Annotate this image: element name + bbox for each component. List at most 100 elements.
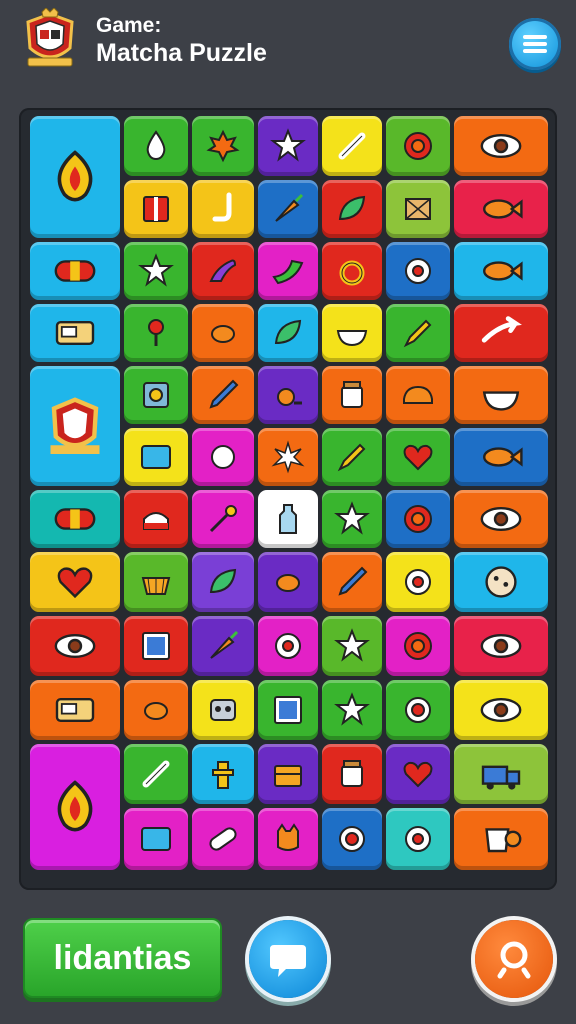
- puzzle-tile[interactable]: [386, 116, 450, 176]
- puzzle-tile[interactable]: [124, 116, 188, 176]
- puzzle-tile[interactable]: [192, 366, 254, 424]
- totem-icon: [212, 761, 234, 789]
- puzzle-tile[interactable]: [30, 242, 120, 300]
- puzzle-tile[interactable]: [124, 304, 188, 362]
- gear-flower-icon: [404, 632, 432, 660]
- puzzle-tile[interactable]: [30, 366, 120, 486]
- puzzle-tile[interactable]: [258, 304, 318, 362]
- puzzle-tile[interactable]: [192, 242, 254, 300]
- puzzle-tile[interactable]: [386, 490, 450, 548]
- puzzle-tile[interactable]: [258, 116, 318, 176]
- puzzle-tile[interactable]: [454, 242, 548, 300]
- puzzle-tile[interactable]: [124, 180, 188, 238]
- puzzle-tile[interactable]: [124, 490, 188, 548]
- puzzle-tile[interactable]: [258, 428, 318, 486]
- puzzle-tile[interactable]: [30, 680, 120, 740]
- game-crest-logo: [26, 8, 74, 67]
- puzzle-tile[interactable]: [386, 304, 450, 362]
- crest-icon: [50, 397, 100, 454]
- puzzle-tile[interactable]: [386, 180, 450, 238]
- puzzle-tile[interactable]: [192, 428, 254, 486]
- puzzle-tile[interactable]: [386, 808, 450, 870]
- puzzle-tile[interactable]: [386, 366, 450, 424]
- title-block: Game: Matcha Puzzle: [96, 14, 267, 68]
- puzzle-tile[interactable]: [30, 616, 120, 676]
- puzzle-tile[interactable]: [124, 680, 188, 740]
- puzzle-tile[interactable]: [386, 242, 450, 300]
- puzzle-tile[interactable]: [124, 366, 188, 424]
- puzzle-tile[interactable]: [454, 180, 548, 238]
- puzzle-tile[interactable]: [258, 242, 318, 300]
- puzzle-tile[interactable]: [258, 180, 318, 238]
- puzzle-tile[interactable]: [30, 304, 120, 362]
- header: Game: Matcha Puzzle: [0, 0, 576, 96]
- puzzle-tile[interactable]: [192, 180, 254, 238]
- puzzle-tile[interactable]: [192, 490, 254, 548]
- jar-icon: [341, 381, 363, 408]
- puzzle-tile[interactable]: [322, 180, 382, 238]
- puzzle-tile[interactable]: [322, 680, 382, 740]
- capsule-icon: [54, 508, 96, 530]
- pin-icon: [148, 319, 164, 346]
- puzzle-tile[interactable]: [322, 744, 382, 804]
- puzzle-tile[interactable]: [322, 366, 382, 424]
- search-button[interactable]: [475, 920, 553, 998]
- puzzle-tile[interactable]: [192, 808, 254, 870]
- puzzle-tile[interactable]: [322, 116, 382, 176]
- puzzle-tile[interactable]: [258, 366, 318, 424]
- puzzle-tile[interactable]: [322, 552, 382, 612]
- puzzle-tile[interactable]: [124, 428, 188, 486]
- puzzle-tile[interactable]: [454, 552, 548, 612]
- puzzle-tile[interactable]: [124, 616, 188, 676]
- puzzle-tile[interactable]: [192, 744, 254, 804]
- arrow-icon: [481, 316, 522, 343]
- puzzle-tile[interactable]: [454, 808, 548, 870]
- puzzle-tile[interactable]: [124, 242, 188, 300]
- heart-icon: [403, 444, 433, 471]
- puzzle-tile[interactable]: [454, 304, 548, 362]
- puzzle-tile[interactable]: [322, 616, 382, 676]
- eye-icon: [480, 634, 522, 658]
- puzzle-tile[interactable]: [258, 808, 318, 870]
- puzzle-tile[interactable]: [30, 490, 120, 548]
- gear-flower-icon: [404, 132, 432, 160]
- puzzle-tile[interactable]: [258, 616, 318, 676]
- puzzle-tile[interactable]: [258, 680, 318, 740]
- puzzle-tile[interactable]: [192, 552, 254, 612]
- puzzle-tile[interactable]: [322, 808, 382, 870]
- puzzle-tile[interactable]: [454, 680, 548, 740]
- puzzle-tile[interactable]: [454, 428, 548, 486]
- puzzle-tile[interactable]: [258, 490, 318, 548]
- puzzle-tile[interactable]: [124, 808, 188, 870]
- puzzle-tile[interactable]: [322, 304, 382, 362]
- puzzle-tile[interactable]: [454, 616, 548, 676]
- puzzle-tile[interactable]: [30, 552, 120, 612]
- chat-button[interactable]: [249, 920, 327, 998]
- puzzle-tile[interactable]: [124, 552, 188, 612]
- puzzle-tile[interactable]: [258, 744, 318, 804]
- puzzle-tile[interactable]: [454, 490, 548, 548]
- puzzle-tile[interactable]: [192, 304, 254, 362]
- puzzle-tile[interactable]: [258, 552, 318, 612]
- puzzle-tile[interactable]: [454, 744, 548, 804]
- puzzle-tile[interactable]: [124, 744, 188, 804]
- puzzle-tile[interactable]: [192, 116, 254, 176]
- puzzle-tile[interactable]: [322, 428, 382, 486]
- puzzle-tile[interactable]: [386, 680, 450, 740]
- puzzle-tile[interactable]: [386, 616, 450, 676]
- puzzle-tile[interactable]: [322, 242, 382, 300]
- puzzle-tile[interactable]: [386, 552, 450, 612]
- puzzle-tile[interactable]: [454, 116, 548, 176]
- puzzle-tile[interactable]: [386, 428, 450, 486]
- star-icon: [334, 692, 370, 726]
- primary-action-button[interactable]: lidantias: [23, 918, 222, 998]
- puzzle-tile[interactable]: [386, 744, 450, 804]
- puzzle-tile[interactable]: [30, 116, 120, 238]
- puzzle-tile[interactable]: [322, 490, 382, 548]
- puzzle-tile[interactable]: [30, 744, 120, 870]
- menu-button[interactable]: [509, 18, 561, 70]
- puzzle-tile[interactable]: [192, 680, 254, 740]
- puzzle-tile[interactable]: [192, 616, 254, 676]
- ring-icon: [339, 260, 365, 286]
- puzzle-tile[interactable]: [454, 366, 548, 424]
